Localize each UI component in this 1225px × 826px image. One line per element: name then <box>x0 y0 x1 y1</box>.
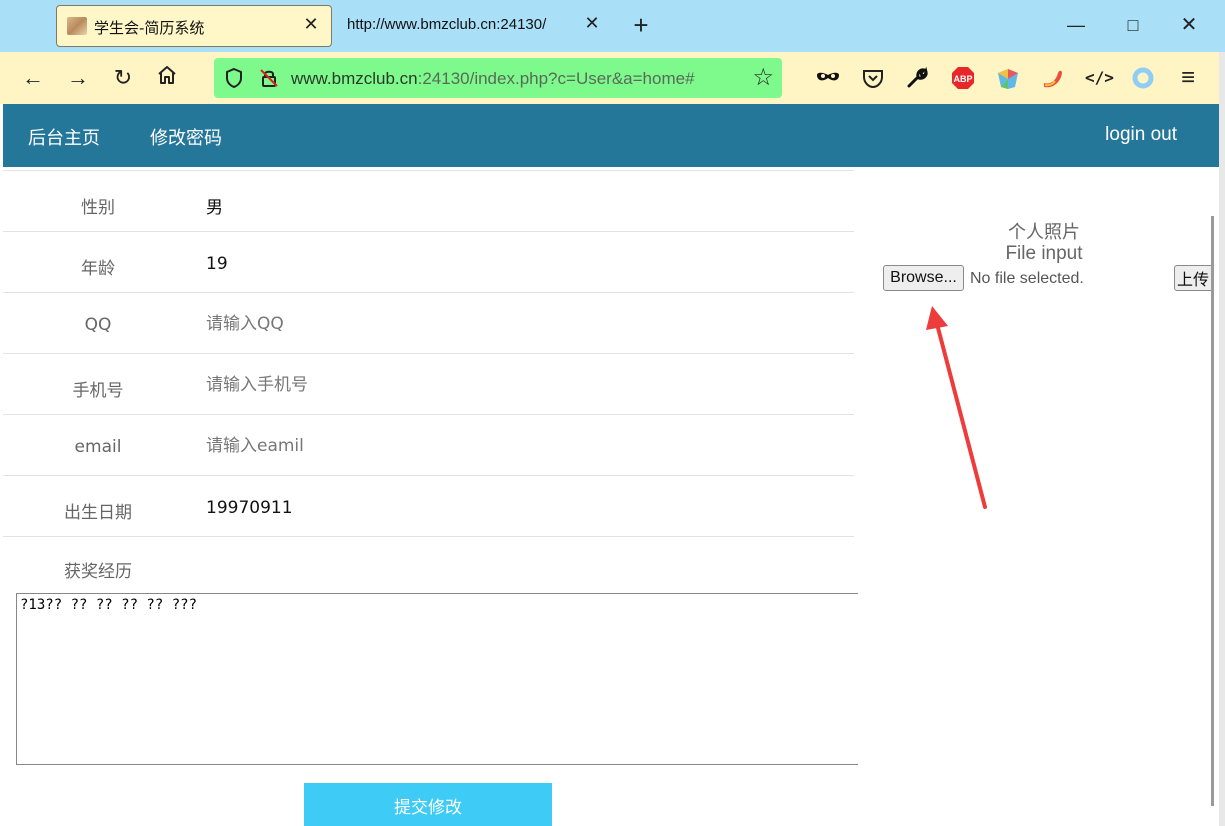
form-row-email: email <box>3 414 854 475</box>
adblock-label: ABP <box>953 74 972 84</box>
forward-button[interactable]: → <box>64 64 92 92</box>
annotation-arrow-icon <box>926 306 987 509</box>
form-row-qq: QQ <box>3 292 854 353</box>
tab-inactive[interactable]: http://www.bmzclub.cn:24130/ ✕ <box>336 5 612 47</box>
shield-icon[interactable] <box>224 67 244 89</box>
devtools-icon[interactable]: </> <box>1085 64 1114 92</box>
app-header: 后台主页 修改密码 login out <box>3 104 1219 167</box>
upload-button[interactable]: 上传 <box>1174 265 1214 291</box>
award-textarea[interactable]: ?13?? ?? ?? ?? ?? ??? <box>16 593 858 765</box>
file-input-label: File input <box>1005 243 1083 264</box>
qq-input[interactable] <box>206 311 806 337</box>
window-frame <box>1219 52 1225 826</box>
form-row-phone: 手机号 <box>3 353 854 414</box>
photo-title: 个人照片 <box>1008 222 1080 243</box>
ring-icon[interactable] <box>1130 65 1156 91</box>
logout-link[interactable]: login out <box>1105 124 1177 146</box>
wrench-icon[interactable] <box>904 65 930 91</box>
tab-title: 学生会-简历系统 <box>94 19 205 37</box>
gender-label: 性别 <box>81 198 115 218</box>
tab-close-icon[interactable]: ✕ <box>301 14 321 35</box>
minimize-button[interactable]: — <box>1063 12 1089 38</box>
home-icon <box>158 66 176 84</box>
phone-input[interactable] <box>206 372 806 398</box>
main-content: 性别 男 年龄 19 QQ 手机号 email 出生日期 19970911 获奖… <box>3 167 1219 826</box>
photo-panel: 个人照片 File input Browse... No file select… <box>854 167 1219 826</box>
age-value[interactable]: 19 <box>206 254 228 274</box>
age-label: 年龄 <box>81 259 115 279</box>
row-divider <box>3 536 854 537</box>
insecure-lock-icon[interactable] <box>258 67 280 89</box>
colorful-extension-icon[interactable] <box>995 65 1021 91</box>
mask-icon[interactable] <box>815 65 841 91</box>
form-row-birthdate: 出生日期 19970911 <box>3 475 854 536</box>
birthdate-value[interactable]: 19970911 <box>206 498 293 518</box>
form-row-age: 年龄 19 <box>3 231 854 292</box>
tab-title-2: http://www.bmzclub.cn:24130/ <box>347 16 547 33</box>
browser-tab-bar: 学生会-简历系统 ✕ http://www.bmzclub.cn:24130/ … <box>0 0 1225 52</box>
qq-label: QQ <box>84 315 112 335</box>
url-path: :24130/index.php?c=User&a=home# <box>417 69 695 88</box>
gummy-extension-icon[interactable] <box>1040 65 1066 91</box>
email-label: email <box>74 437 122 457</box>
phone-label: 手机号 <box>72 381 124 401</box>
form-row-gender: 性别 男 <box>3 170 854 231</box>
url-host: www.bmzclub.cn <box>291 69 418 88</box>
bookmark-star-icon[interactable]: ☆ <box>752 64 774 92</box>
menu-icon[interactable]: ≡ <box>1174 64 1202 92</box>
url-text[interactable]: www.bmzclub.cn:24130/index.php?c=User&a=… <box>291 69 695 89</box>
tab-close-icon-2[interactable]: ✕ <box>582 13 602 34</box>
nav-home-link[interactable]: 后台主页 <box>28 124 100 150</box>
submit-button[interactable]: 提交修改 <box>304 783 552 826</box>
back-button[interactable]: ← <box>19 64 47 92</box>
birthdate-label: 出生日期 <box>64 503 132 523</box>
close-window-button[interactable]: ✕ <box>1176 12 1202 38</box>
browse-button[interactable]: Browse... <box>883 265 964 291</box>
scrollbar[interactable] <box>1211 216 1214 806</box>
reload-button[interactable]: ↻ <box>109 64 137 92</box>
award-label: 获奖经历 <box>64 562 132 582</box>
adblock-icon[interactable]: ABP <box>950 65 976 91</box>
address-bar[interactable]: www.bmzclub.cn:24130/index.php?c=User&a=… <box>214 58 782 98</box>
nav-change-password-link[interactable]: 修改密码 <box>150 124 222 150</box>
browser-toolbar: ← → ↻ www.bmzclub.cn:24130/index.php?c=U… <box>0 52 1225 104</box>
home-button[interactable] <box>153 64 181 92</box>
favicon-icon <box>67 17 87 35</box>
file-status: No file selected. <box>970 270 1084 287</box>
new-tab-button[interactable]: + <box>628 10 654 40</box>
pocket-icon[interactable] <box>860 65 886 91</box>
maximize-button[interactable]: □ <box>1120 12 1146 38</box>
gender-value[interactable]: 男 <box>206 193 223 218</box>
email-input[interactable] <box>206 433 806 459</box>
tab-active[interactable]: 学生会-简历系统 ✕ <box>56 5 332 47</box>
